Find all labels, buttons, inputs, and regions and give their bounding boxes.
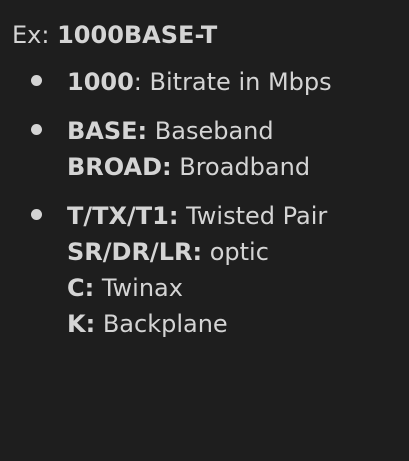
list-item: 1000: Bitrate in Mbps (12, 64, 409, 100)
definition-line: T/TX/T1: Twisted Pair (67, 198, 409, 234)
term: 1000 (67, 68, 134, 96)
definition: Bitrate in Mbps (141, 68, 332, 96)
term: K: (67, 310, 96, 338)
bullet-icon (31, 209, 42, 220)
definition-line: BASE: Baseband (67, 113, 409, 149)
example-prefix: Ex: (12, 21, 58, 49)
term: T/TX/T1: (67, 202, 179, 230)
definition-line: C: Twinax (67, 270, 409, 306)
definition: Twinax (94, 274, 183, 302)
definition-line: SR/DR/LR: optic (67, 234, 409, 270)
example-title: Ex: 1000BASE-T (12, 18, 409, 52)
definition: Twisted Pair (178, 202, 328, 230)
definition-line: BROAD: Broadband (67, 149, 409, 185)
list-item: T/TX/T1: Twisted Pair SR/DR/LR: optic C:… (12, 198, 409, 342)
definition: Baseband (147, 117, 274, 145)
bullet-list: 1000: Bitrate in Mbps BASE: Baseband BRO… (12, 64, 409, 342)
definition: Broadband (171, 153, 311, 181)
example-value: 1000BASE-T (57, 21, 218, 49)
definition: Backplane (95, 310, 228, 338)
term: C: (67, 274, 95, 302)
definition-line: K: Backplane (67, 306, 409, 342)
bullet-icon (31, 75, 42, 86)
bullet-icon (31, 124, 42, 135)
definition: optic (202, 238, 269, 266)
note-content: Ex: 1000BASE-T 1000: Bitrate in Mbps BAS… (0, 0, 409, 461)
term: BROAD: (67, 153, 172, 181)
term-separator: : (133, 68, 142, 96)
list-item: BASE: Baseband BROAD: Broadband (12, 113, 409, 185)
definition-line: 1000: Bitrate in Mbps (67, 64, 409, 100)
term: SR/DR/LR: (67, 238, 203, 266)
term: BASE: (67, 117, 148, 145)
